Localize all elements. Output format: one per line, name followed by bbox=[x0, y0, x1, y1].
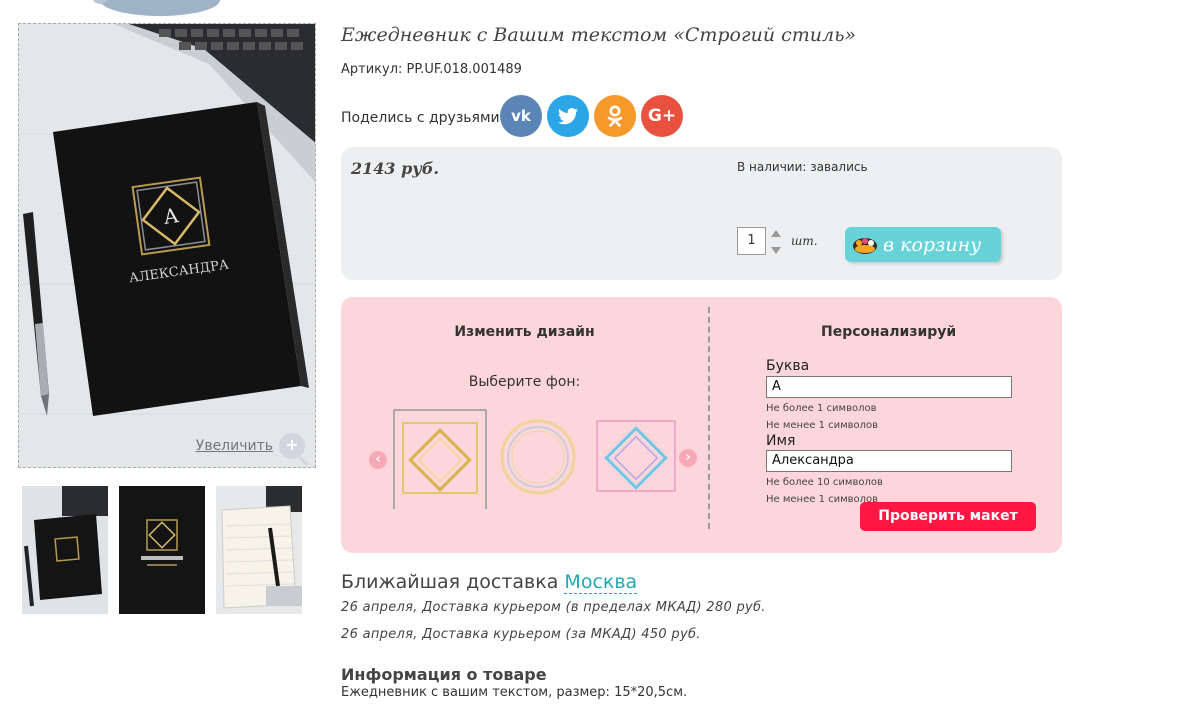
product-title: Ежедневник с Вашим текстом «Строгий стил… bbox=[341, 24, 857, 46]
quantity-unit: шт. bbox=[791, 234, 818, 248]
google-plus-share-button[interactable]: G+ bbox=[641, 95, 683, 137]
delivery-city-link[interactable]: Москва bbox=[564, 571, 638, 594]
stock-status: В наличии: завались bbox=[737, 160, 868, 174]
background-label: Выберите фон: bbox=[468, 374, 581, 390]
letter-max-hint: Не более 1 символов bbox=[766, 403, 877, 414]
add-to-cart-label: в корзину bbox=[883, 233, 982, 256]
odnoklassniki-share-button[interactable] bbox=[594, 95, 636, 137]
delivery-option-inside: 26 апреля, Доставка курьером (в пределах… bbox=[341, 600, 766, 615]
background-next-arrow[interactable]: › bbox=[679, 449, 697, 467]
name-label: Имя bbox=[766, 433, 796, 449]
thumbnail-3[interactable] bbox=[216, 486, 302, 614]
design-heading: Изменить дизайн bbox=[454, 324, 595, 340]
product-info-heading: Информация о товаре bbox=[341, 665, 547, 684]
color-diamond-frame-icon bbox=[596, 420, 676, 492]
panel-divider bbox=[708, 307, 710, 529]
letter-input[interactable]: А bbox=[766, 376, 1012, 398]
quantity-input[interactable]: 1 bbox=[737, 227, 766, 255]
zoom-link[interactable]: Увеличить bbox=[196, 438, 273, 454]
personalize-heading: Персонализируй bbox=[821, 324, 957, 340]
product-info-text: Ежедневник с вашим текстом, размер: 15*2… bbox=[341, 685, 688, 700]
notebook-photo: А АЛЕКСАНДРА bbox=[19, 24, 315, 467]
thumbnail-open-notebook bbox=[216, 486, 302, 614]
add-to-cart-button[interactable]: в корзину bbox=[845, 227, 1001, 262]
background-prev-arrow[interactable]: ‹ bbox=[369, 451, 387, 469]
delivery-heading-text: Ближайшая доставка bbox=[341, 571, 559, 593]
name-input[interactable]: Александра bbox=[766, 450, 1012, 472]
product-main-image[interactable]: А АЛЕКСАНДРА Увеличить + bbox=[18, 23, 316, 468]
delivery-option-outside: 26 апреля, Доставка курьером (за МКАД) 4… bbox=[341, 627, 701, 642]
product-sku: Артикул: PP.UF.018.001489 bbox=[341, 62, 522, 77]
background-option-color-diamond[interactable] bbox=[591, 409, 685, 509]
letter-label: Буква bbox=[766, 358, 810, 374]
thumbnail-notebook-laptop bbox=[22, 486, 108, 614]
magnifier-plus-icon[interactable]: + bbox=[279, 433, 305, 459]
purchase-panel: 2143 руб. В наличии: завались 1 шт. в ко… bbox=[341, 147, 1062, 280]
shopping-basket-icon bbox=[853, 237, 877, 254]
background-option-round-frame[interactable] bbox=[493, 409, 587, 509]
header-cloud-decoration bbox=[93, 0, 220, 16]
customization-panel: Изменить дизайн Выберите фон: ‹ › Персон… bbox=[341, 297, 1062, 553]
quantity-stepper-icon[interactable] bbox=[770, 228, 782, 256]
twitter-bird-icon bbox=[558, 107, 578, 124]
odnoklassniki-icon bbox=[607, 105, 623, 127]
vk-icon: vk bbox=[511, 107, 531, 125]
thumbnail-1[interactable] bbox=[22, 486, 108, 614]
background-option-gold-diamond[interactable] bbox=[393, 409, 487, 509]
share-label: Поделись с друзьями: bbox=[341, 110, 505, 126]
thumbnail-notebook-front bbox=[119, 486, 205, 614]
twitter-share-button[interactable] bbox=[547, 95, 589, 137]
name-max-hint: Не более 10 символов bbox=[766, 477, 883, 488]
price: 2143 руб. bbox=[351, 159, 439, 178]
letter-min-hint: Не менее 1 символов bbox=[766, 420, 879, 431]
vk-share-button[interactable]: vk bbox=[500, 95, 542, 137]
round-frame-icon bbox=[500, 419, 576, 495]
thumbnail-2[interactable] bbox=[119, 486, 205, 614]
zoom-control[interactable]: Увеличить + bbox=[196, 433, 305, 459]
google-plus-icon: G+ bbox=[647, 106, 677, 126]
delivery-heading: Ближайшая доставка Москва bbox=[341, 571, 638, 594]
check-layout-button[interactable]: Проверить макет bbox=[860, 502, 1036, 531]
gold-diamond-frame-icon bbox=[402, 422, 478, 494]
